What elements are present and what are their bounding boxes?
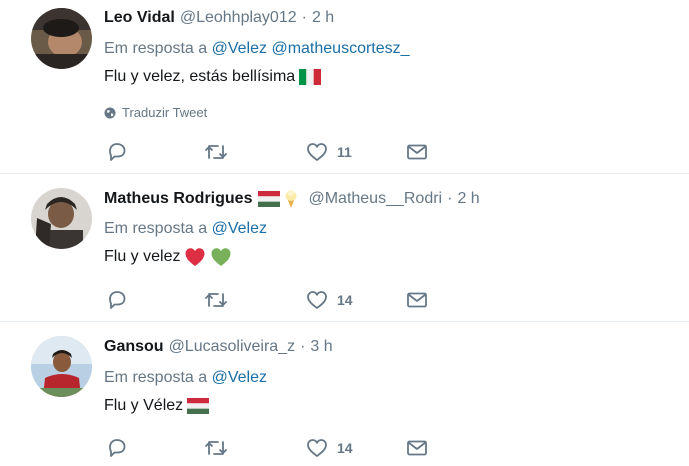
- hungary-flag-emoji: [187, 398, 210, 414]
- tweet-header: Matheus Rodrigues @Matheus__Rodri · 2 h: [104, 189, 480, 209]
- tweet-text-row: Flu y velez, estás bellísima: [104, 68, 322, 86]
- avatar[interactable]: [31, 336, 92, 397]
- heart-icon: [307, 291, 327, 309]
- reply-context: Em resposta a @Velez: [104, 369, 267, 387]
- green-heart-emoji: [211, 248, 231, 266]
- ice-cream-emoji: [285, 190, 297, 208]
- tweet-text-row: Flu y velez: [104, 247, 232, 267]
- reply-context: Em resposta a @Velez @matheuscortesz_: [104, 40, 410, 58]
- italy-flag-emoji: [299, 69, 322, 85]
- tweet-text: Flu y velez, estás bellísima: [104, 68, 296, 85]
- reply-icon: [109, 291, 126, 309]
- tweet-text: Flu y Vélez: [104, 397, 184, 414]
- translate-label: Traduzir Tweet: [122, 105, 208, 120]
- tweet-header: Leo Vidal @Leohhplay012 · 2 h: [104, 9, 334, 27]
- tweet[interactable]: Gansou @Lucasoliveira_z · 3 h Em respost…: [0, 322, 689, 466]
- like-count: 14: [337, 440, 353, 456]
- translate-tweet-link[interactable]: Traduzir Tweet: [104, 105, 207, 120]
- username[interactable]: @Leohhplay012: [180, 9, 297, 27]
- reply-button[interactable]: [106, 436, 137, 460]
- reply-button[interactable]: [106, 288, 137, 312]
- envelope-icon: [407, 440, 427, 456]
- like-button[interactable]: 14: [306, 436, 353, 460]
- display-name[interactable]: Matheus Rodrigues: [104, 190, 252, 208]
- retweet-button[interactable]: [204, 288, 237, 312]
- tweet-text-row: Flu y Vélez: [104, 397, 210, 415]
- retweet-icon: [205, 145, 227, 159]
- envelope-icon: [407, 144, 427, 160]
- mention-link[interactable]: @Velez: [212, 40, 267, 57]
- tweet-actions: 14: [104, 288, 434, 312]
- reply-icon: [109, 439, 126, 457]
- red-heart-emoji: [185, 248, 205, 266]
- like-count: 14: [337, 292, 353, 308]
- like-count: 11: [337, 144, 352, 160]
- envelope-icon: [407, 292, 427, 308]
- heart-icon: [307, 143, 327, 161]
- heart-icon: [307, 439, 327, 457]
- retweet-icon: [205, 293, 227, 307]
- tweet[interactable]: Matheus Rodrigues @Matheus__Rodri · 2 h …: [0, 174, 689, 322]
- separator-dot: ·: [300, 338, 306, 355]
- like-button[interactable]: 14: [306, 288, 353, 312]
- direct-message-button[interactable]: [406, 140, 428, 164]
- mention-link[interactable]: @Velez: [212, 220, 267, 237]
- mention-link[interactable]: @Velez: [212, 369, 267, 386]
- avatar[interactable]: [31, 8, 92, 69]
- tweet-actions: 11: [104, 140, 434, 164]
- direct-message-button[interactable]: [406, 288, 428, 312]
- separator-dot: ·: [301, 9, 307, 26]
- display-name[interactable]: Leo Vidal: [104, 9, 175, 27]
- reply-prefix: Em resposta a: [104, 40, 208, 57]
- avatar[interactable]: [31, 188, 92, 249]
- mention-link[interactable]: @matheuscortesz_: [271, 40, 409, 57]
- tweet-text: Flu y velez: [104, 248, 181, 265]
- reply-prefix: Em resposta a: [104, 369, 208, 386]
- like-button[interactable]: 11: [306, 140, 352, 164]
- tweet[interactable]: Leo Vidal @Leohhplay012 · 2 h Em respost…: [0, 0, 689, 174]
- reply-button[interactable]: [106, 140, 137, 164]
- retweet-icon: [205, 441, 227, 455]
- tweet-header: Gansou @Lucasoliveira_z · 3 h: [104, 338, 333, 356]
- globe-icon: [104, 107, 116, 118]
- retweet-button[interactable]: [204, 436, 237, 460]
- display-name[interactable]: Gansou: [104, 338, 164, 356]
- timestamp[interactable]: 2 h: [457, 190, 479, 208]
- username[interactable]: @Matheus__Rodri: [308, 190, 442, 208]
- tweet-actions: 14: [104, 436, 434, 460]
- direct-message-button[interactable]: [406, 436, 428, 460]
- separator-dot: ·: [447, 190, 453, 207]
- timestamp[interactable]: 2 h: [312, 9, 334, 27]
- reply-prefix: Em resposta a: [104, 220, 208, 237]
- reply-icon: [109, 143, 126, 161]
- retweet-button[interactable]: [204, 140, 237, 164]
- username[interactable]: @Lucasoliveira_z: [169, 338, 296, 356]
- timestamp[interactable]: 3 h: [310, 338, 332, 356]
- reply-context: Em resposta a @Velez: [104, 220, 267, 238]
- hungary-flag-emoji: [258, 191, 281, 207]
